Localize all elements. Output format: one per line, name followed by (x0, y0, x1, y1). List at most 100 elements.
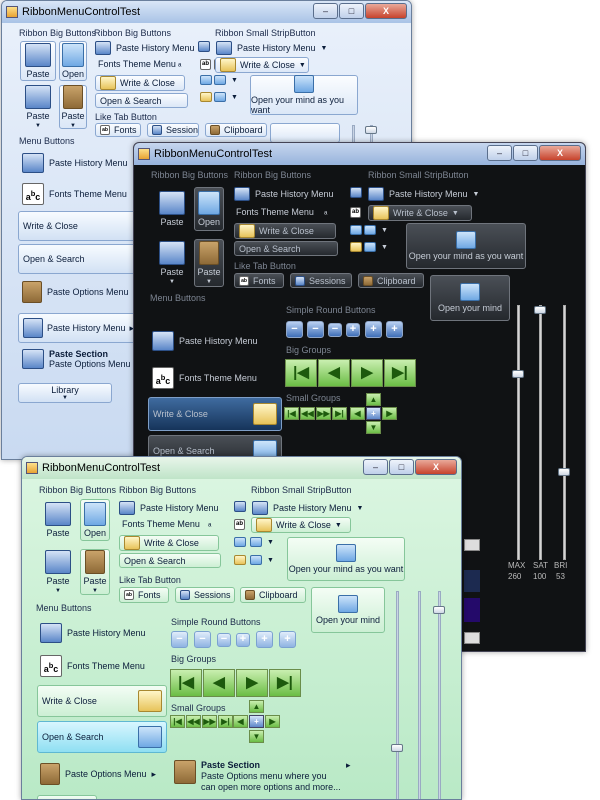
paste-history-menu-button[interactable]: Paste History Menu (40, 623, 146, 643)
small-icon-button[interactable] (200, 75, 212, 85)
paste-options-menu-button[interactable]: Paste Options Menu▸ (40, 763, 156, 785)
vertical-slider[interactable] (391, 591, 403, 799)
close-button[interactable]: X (415, 459, 457, 475)
small-center-plus-button[interactable]: + (366, 407, 381, 420)
small-center-plus-button[interactable]: + (249, 715, 264, 728)
first-arrow-button[interactable]: |◀ (170, 669, 202, 697)
small-icon-button[interactable] (234, 537, 246, 547)
clipboard-tab-button[interactable]: Clipboard (205, 123, 267, 137)
last-arrow-button[interactable]: ▶| (269, 669, 301, 697)
paste-clipboard-dropdown[interactable]: Paste ▼ (59, 85, 87, 129)
fonts-tab-button[interactable]: ab Fonts (119, 587, 169, 603)
small-icon-button[interactable] (350, 225, 362, 235)
title-bar[interactable]: RibbonMenuControlTest – □ X (134, 143, 585, 165)
write-close-strip-button[interactable]: Write & Close (95, 75, 185, 91)
vertical-slider[interactable] (534, 305, 546, 560)
paste-options-menu-button[interactable]: Paste Options Menu▸ (22, 281, 138, 303)
slider-thumb[interactable] (512, 370, 524, 378)
minimize-button[interactable]: – (313, 3, 338, 19)
round-minus-button[interactable]: − (307, 321, 324, 338)
small-last-arrow-button[interactable]: ▶| (218, 715, 233, 728)
fonts-tab-button[interactable]: ab Fonts (95, 123, 141, 137)
color-swatch-button[interactable] (464, 632, 480, 644)
prev-arrow-button[interactable]: ◀ (203, 669, 235, 697)
paste-history-strip-menu[interactable]: Paste History Menu ▼ (252, 501, 363, 515)
small-icon-button[interactable] (350, 242, 362, 252)
small-next-next-button[interactable]: ▶▶ (202, 715, 217, 728)
round-plus-small-button[interactable]: + (346, 323, 360, 337)
small-up-arrow-button[interactable]: ▲ (249, 700, 264, 713)
clipboard-tab-button[interactable]: Clipboard (240, 587, 306, 603)
small-left-arrow-button[interactable]: ◀ (350, 407, 365, 420)
paste-clipboard-dropdown[interactable]: Paste ▼ (80, 549, 110, 595)
round-minus-small-button[interactable]: − (217, 633, 231, 647)
paste-history-menu-button[interactable]: Paste History Menu (22, 153, 128, 173)
clipboard-tab-button[interactable]: Clipboard (358, 273, 424, 288)
maximize-button[interactable]: □ (389, 459, 414, 475)
open-your-mind-button[interactable]: Open your mind (311, 587, 385, 633)
prev-arrow-button[interactable]: ◀ (318, 359, 350, 387)
round-minus-small-button[interactable]: − (328, 323, 342, 337)
small-dropdown-button[interactable]: ▼ (250, 555, 274, 565)
small-icon-button[interactable] (234, 555, 246, 565)
slider-thumb[interactable] (534, 306, 546, 314)
open-big-button[interactable]: Open (59, 41, 87, 81)
small-right-arrow-button[interactable]: ▶ (382, 407, 397, 420)
write-close-strip-button[interactable]: Write & Close (234, 223, 336, 239)
close-button[interactable]: X (365, 3, 407, 19)
maximize-button[interactable]: □ (513, 145, 538, 161)
small-prev-prev-button[interactable]: ◀◀ (186, 715, 201, 728)
small-dropdown-button[interactable]: ▼ (250, 537, 274, 547)
write-close-strip-menu[interactable]: Write & Close ▼ (368, 205, 472, 221)
write-close-strip-menu[interactable]: Write & Close ▼ (251, 517, 351, 533)
open-big-button[interactable]: Open (194, 187, 224, 231)
first-arrow-button[interactable]: |◀ (285, 359, 317, 387)
open-search-menu-button[interactable]: Open & Search (37, 721, 167, 753)
round-minus-button[interactable]: − (194, 631, 211, 648)
sessions-tab-button[interactable]: Sessions (290, 273, 352, 288)
paste-history-strip-menu[interactable]: Paste History Menu ▼ (216, 41, 327, 55)
round-minus-button[interactable]: − (286, 321, 303, 338)
small-first-arrow-button[interactable]: |◀ (284, 407, 299, 420)
small-next-next-button[interactable]: ▶▶ (316, 407, 331, 420)
slider-thumb[interactable] (365, 126, 377, 134)
slider-thumb[interactable] (391, 744, 403, 752)
small-icon-button[interactable]: ab (350, 207, 361, 218)
fonts-theme-menu-button[interactable]: abc Fonts Theme Menu (22, 183, 127, 205)
fonts-theme-menu-item[interactable]: Fonts Theme Menu (236, 207, 314, 217)
small-down-arrow-button[interactable]: ▼ (249, 730, 264, 743)
maximize-button[interactable]: □ (339, 3, 364, 19)
small-icon-button[interactable]: ab (234, 519, 245, 530)
open-search-strip-button[interactable]: Open & Search (95, 93, 188, 108)
paste-clipboard-dropdown[interactable]: Paste ▼ (194, 239, 224, 287)
open-big-button[interactable]: Open (80, 499, 110, 541)
small-icon-button[interactable] (350, 187, 362, 198)
vertical-slider[interactable] (433, 591, 445, 799)
vertical-slider[interactable] (418, 591, 421, 799)
round-plus-button[interactable]: + (256, 631, 273, 648)
small-prev-prev-button[interactable]: ◀◀ (300, 407, 315, 420)
next-arrow-button[interactable]: ▶ (236, 669, 268, 697)
open-your-mind-wide-button[interactable]: Open your mind as you want (406, 223, 526, 269)
title-bar[interactable]: RibbonMenuControlTest – □ X (22, 457, 461, 479)
paste-section-menu-button[interactable]: Paste Section Paste Options menu where y… (174, 760, 351, 793)
small-dropdown-button[interactable]: ▼ (364, 225, 388, 235)
small-icon-button[interactable]: ab (200, 59, 211, 70)
small-first-arrow-button[interactable]: |◀ (170, 715, 185, 728)
round-plus-button[interactable]: + (365, 321, 382, 338)
title-bar[interactable]: RibbonMenuControlTest – □ X (2, 1, 411, 23)
fonts-theme-menu-button[interactable]: abc Fonts Theme Menu (152, 367, 257, 389)
small-right-arrow-button[interactable]: ▶ (265, 715, 280, 728)
paste-history-strip-menu[interactable]: Paste History Menu ▼ (368, 187, 479, 201)
paste-history-menu-item[interactable]: Paste History Menu (95, 41, 195, 55)
fonts-theme-menu-item[interactable]: Fonts Theme Menu (98, 59, 176, 69)
write-close-menu-button[interactable]: Write & Close (148, 397, 282, 431)
paste-big-button[interactable]: Paste (40, 499, 76, 541)
write-close-menu-button[interactable]: Write & Close (37, 685, 167, 717)
paste-dropdown-button[interactable]: Paste ▼ (154, 239, 190, 287)
open-search-strip-button[interactable]: Open & Search (234, 241, 338, 256)
paste-section-menu-button[interactable]: Paste Section Paste Options Menu ▸ (22, 349, 140, 369)
small-dropdown-button[interactable]: ▼ (214, 92, 238, 102)
paste-history-menu-button[interactable]: Paste History Menu (152, 331, 258, 351)
small-icon-button[interactable] (234, 501, 246, 512)
